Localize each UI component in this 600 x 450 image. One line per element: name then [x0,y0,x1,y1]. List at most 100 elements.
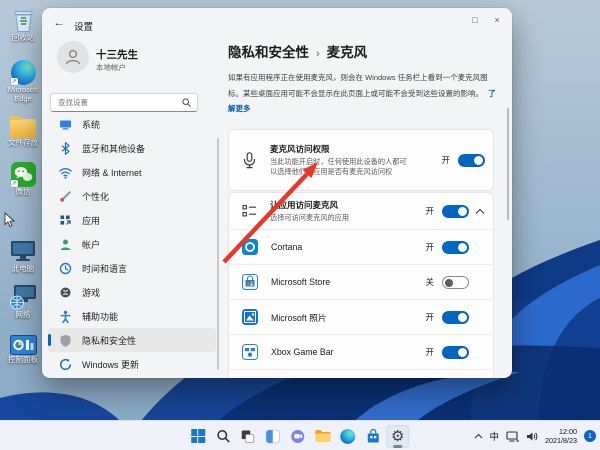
edge-button[interactable] [336,425,359,448]
app-list-icon [242,204,256,217]
sidebar-nav: 系统 蓝牙和其他设备 网络 & Internet 个性化 应用 帐户 时间和语言… [48,112,216,376]
main-scrollbar[interactable] [507,108,509,220]
system-icon [60,120,71,129]
let-apps-title: 让应用访问麦克风 [270,200,339,210]
sidebar-item-bluetooth-devices[interactable]: 蓝牙和其他设备 [48,136,216,160]
desktop-icon-network[interactable]: 网络 [3,283,43,320]
desktop-icon-wechat[interactable]: ↗ 微信 [3,160,43,197]
volume-icon[interactable] [526,431,538,442]
breadcrumb-parent[interactable]: 隐私和安全性 [228,41,309,61]
this-pc-icon [9,237,37,264]
notification-badge[interactable]: 1 [584,430,596,442]
avatar[interactable] [57,41,89,73]
xbox-game-bar-toggle[interactable] [442,345,469,359]
tray-chevron-up-icon[interactable] [474,433,483,439]
sidebar-item-personalization[interactable]: 个性化 [48,184,216,208]
shield-icon [60,334,71,347]
back-button[interactable]: ← [51,17,67,29]
sidebar-item-label: 蓝牙和其他设备 [82,143,146,154]
window-title: 设置 [74,22,94,33]
breadcrumb-separator: › [316,48,320,60]
description-text: 如果有应用程序正在使用麦克风，则会在 Windows 任务栏上看到一个麦克风图标… [228,73,488,98]
mic-access-toggle[interactable] [458,153,485,167]
accessibility-icon [60,310,71,323]
taskbar-center: ⚙ [185,421,410,450]
store-button[interactable] [361,425,384,448]
person-icon [65,49,81,65]
network-tray-icon[interactable] [506,430,520,442]
apps-icon [60,215,71,225]
microphone-icon [243,151,256,168]
taskbar-search-button[interactable] [211,425,234,448]
main-pane: 隐私和安全性 › 麦克风 如果有应用程序正在使用麦克风，则会在 Windows … [228,8,496,378]
wifi-icon [59,167,72,179]
network-icon [9,283,37,310]
let-apps-toggle[interactable] [442,204,469,218]
settings-button[interactable]: ⚙ [386,424,410,448]
windows-logo-icon [190,429,205,443]
desktop-icon-label: Microsoft Edge [7,85,39,103]
update-icon [59,358,72,370]
tray-time: 12:00 [559,427,577,436]
page-title: 麦克风 [326,45,368,60]
app-row-microsoft-photos: Microsoft 照片 开 [229,299,493,334]
sidebar-item-gaming[interactable]: 游戏 [48,280,216,304]
cortana-toggle[interactable] [442,240,469,254]
toggle-state-label: 开 [425,242,434,252]
start-button[interactable] [186,425,209,448]
task-view-button[interactable] [236,425,259,448]
tray-date: 2021/8/23 [545,436,577,445]
edge-icon: ↗ [10,58,36,85]
search-input[interactable] [51,98,182,107]
desktop-icon-this-pc[interactable]: 此电脑 [3,237,43,274]
task-view-icon [241,430,255,443]
desktop-icon-edge[interactable]: ↗ Microsoft Edge [3,58,43,103]
sidebar-item-accessibility[interactable]: 辅助功能 [48,304,216,328]
clock[interactable]: 12:00 2021/8/23 [545,427,577,445]
search-icon [216,430,230,443]
clock-icon [59,262,72,274]
toggle-state-label: 开 [441,155,450,165]
desktop-icon-label: 网络 [15,310,31,319]
desktop-icon-control-panel[interactable]: 控制面板 [3,328,43,365]
let-apps-group: 让应用访问麦克风 选择可访问麦克风的应用 开 Cortana 开 Microso… [228,192,494,378]
app-row-xbox-game-bar: Xbox Game Bar 开 [229,334,493,369]
search-icon[interactable] [182,98,191,107]
chevron-up-icon[interactable] [475,208,485,215]
sidebar-item-label: 辅助功能 [82,311,119,322]
desktop-icon-label: 控制面板 [8,355,38,364]
let-apps-header[interactable]: 让应用访问麦克风 选择可访问麦克风的应用 开 [229,193,493,229]
ime-indicator[interactable]: 中 [490,429,500,443]
store-icon [367,428,379,442]
breadcrumb: 隐私和安全性 › 麦克风 [228,41,367,61]
sidebar-item-label: 网络 & Internet [82,167,142,178]
sidebar-item-label: Windows 更新 [82,359,140,370]
sidebar-item-accounts[interactable]: 帐户 [48,232,216,256]
sidebar-item-system[interactable]: 系统 [48,112,216,136]
sidebar-item-label: 时间和语言 [82,263,128,274]
toggle-state-label: 关 [425,277,434,287]
sidebar-item-windows-update[interactable]: Windows 更新 [48,352,216,376]
file-explorer-button[interactable] [311,425,334,448]
toggle-state-label: 开 [425,347,434,357]
sidebar-item-label: 应用 [82,215,101,226]
app-row-cortana: Cortana 开 [229,229,493,264]
app-name: Cortana [271,242,303,252]
sidebar-scrollbar[interactable] [217,138,219,370]
desktop-icon-label: 微信 [15,187,31,196]
sidebar-item-label: 隐私和安全性 [82,335,137,346]
sidebar-item-label: 系统 [82,119,101,130]
app-name: Xbox Game Bar [271,347,334,357]
widgets-button[interactable] [261,425,284,448]
microsoft-photos-toggle[interactable] [442,310,469,324]
shortcut-arrow-icon: ↗ [10,78,18,85]
sidebar-item-network-internet[interactable]: 网络 & Internet [48,160,216,184]
chat-button[interactable] [286,425,309,448]
sidebar-item-apps[interactable]: 应用 [48,208,216,232]
microsoft-store-toggle[interactable] [442,275,469,289]
sidebar-item-time-language[interactable]: 时间和语言 [48,256,216,280]
toggle-state-label: 开 [425,312,434,322]
desktop-icon-recycle-bin[interactable]: 回收站 [3,6,43,43]
desktop-icon-folder[interactable]: 文件存放 [3,111,43,148]
sidebar-item-privacy-security[interactable]: 隐私和安全性 [48,328,216,352]
